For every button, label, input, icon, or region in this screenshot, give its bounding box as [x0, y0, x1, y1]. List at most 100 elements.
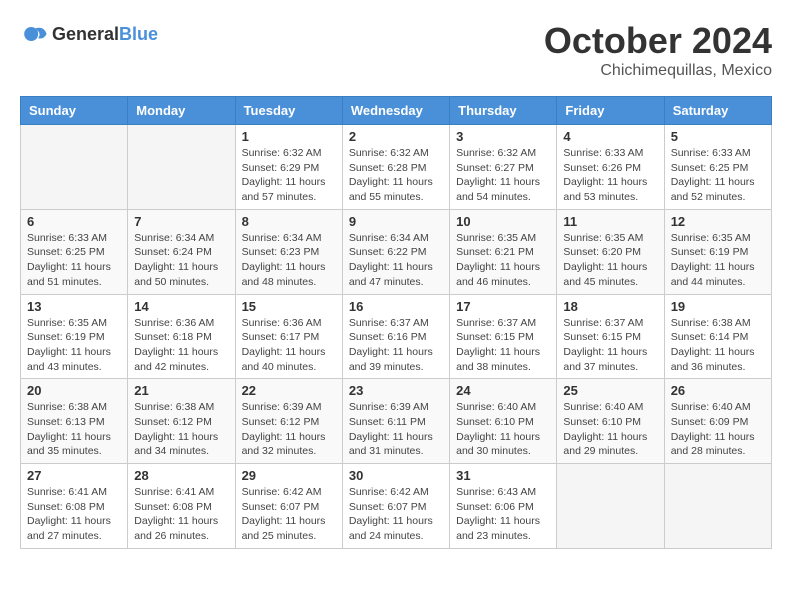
day-number: 8 — [242, 214, 336, 229]
day-info: Sunrise: 6:41 AMSunset: 6:08 PMDaylight:… — [134, 485, 228, 544]
day-info: Sunrise: 6:32 AMSunset: 6:28 PMDaylight:… — [349, 146, 443, 205]
logo-icon — [20, 20, 48, 48]
day-info: Sunrise: 6:33 AMSunset: 6:26 PMDaylight:… — [563, 146, 657, 205]
day-number: 29 — [242, 468, 336, 483]
day-info: Sunrise: 6:33 AMSunset: 6:25 PMDaylight:… — [671, 146, 765, 205]
calendar-cell: 22 Sunrise: 6:39 AMSunset: 6:12 PMDayligh… — [235, 379, 342, 464]
day-info: Sunrise: 6:34 AMSunset: 6:22 PMDaylight:… — [349, 231, 443, 290]
calendar-cell: 3 Sunrise: 6:32 AMSunset: 6:27 PMDaylight… — [450, 125, 557, 210]
day-info: Sunrise: 6:37 AMSunset: 6:15 PMDaylight:… — [456, 316, 550, 375]
day-number: 23 — [349, 383, 443, 398]
calendar-cell: 4 Sunrise: 6:33 AMSunset: 6:26 PMDaylight… — [557, 125, 664, 210]
day-info: Sunrise: 6:40 AMSunset: 6:09 PMDaylight:… — [671, 400, 765, 459]
day-info: Sunrise: 6:35 AMSunset: 6:19 PMDaylight:… — [27, 316, 121, 375]
day-info: Sunrise: 6:32 AMSunset: 6:29 PMDaylight:… — [242, 146, 336, 205]
weekday-header-friday: Friday — [557, 97, 664, 125]
day-info: Sunrise: 6:43 AMSunset: 6:06 PMDaylight:… — [456, 485, 550, 544]
calendar-cell: 23 Sunrise: 6:39 AMSunset: 6:11 PMDayligh… — [342, 379, 449, 464]
day-info: Sunrise: 6:41 AMSunset: 6:08 PMDaylight:… — [27, 485, 121, 544]
day-info: Sunrise: 6:35 AMSunset: 6:19 PMDaylight:… — [671, 231, 765, 290]
day-number: 25 — [563, 383, 657, 398]
calendar-cell: 16Sunrise: 6:37 AMSunset: 6:16 PMDayligh… — [342, 294, 449, 379]
day-info: Sunrise: 6:40 AMSunset: 6:10 PMDaylight:… — [456, 400, 550, 459]
calendar-body: 1 Sunrise: 6:32 AMSunset: 6:29 PMDaylight… — [21, 125, 772, 549]
day-number: 5 — [671, 129, 765, 144]
calendar-cell: 18 Sunrise: 6:37 AMSunset: 6:15 PMDayligh… — [557, 294, 664, 379]
calendar-header: SundayMondayTuesdayWednesdayThursdayFrid… — [21, 97, 772, 125]
day-info: Sunrise: 6:40 AMSunset: 6:10 PMDaylight:… — [563, 400, 657, 459]
day-number: 10 — [456, 214, 550, 229]
logo-general: General — [52, 24, 119, 45]
calendar-cell: 27 Sunrise: 6:41 AMSunset: 6:08 PMDayligh… — [21, 464, 128, 549]
calendar-cell: 24 Sunrise: 6:40 AMSunset: 6:10 PMDayligh… — [450, 379, 557, 464]
day-number: 21 — [134, 383, 228, 398]
day-info: Sunrise: 6:35 AMSunset: 6:21 PMDaylight:… — [456, 231, 550, 290]
calendar-cell — [664, 464, 771, 549]
day-info: Sunrise: 6:33 AMSunset: 6:25 PMDaylight:… — [27, 231, 121, 290]
page-header: General Blue October 2024 Chichimequilla… — [20, 20, 772, 80]
weekday-header-row: SundayMondayTuesdayWednesdayThursdayFrid… — [21, 97, 772, 125]
day-number: 14 — [134, 299, 228, 314]
day-info: Sunrise: 6:39 AMSunset: 6:12 PMDaylight:… — [242, 400, 336, 459]
day-info: Sunrise: 6:38 AMSunset: 6:13 PMDaylight:… — [27, 400, 121, 459]
logo: General Blue — [20, 20, 158, 48]
week-row-1: 1 Sunrise: 6:32 AMSunset: 6:29 PMDaylight… — [21, 125, 772, 210]
day-info: Sunrise: 6:32 AMSunset: 6:27 PMDaylight:… — [456, 146, 550, 205]
calendar-cell: 28Sunrise: 6:41 AMSunset: 6:08 PMDayligh… — [128, 464, 235, 549]
calendar-cell: 8 Sunrise: 6:34 AMSunset: 6:23 PMDaylight… — [235, 209, 342, 294]
calendar-cell: 20 Sunrise: 6:38 AMSunset: 6:13 PMDayligh… — [21, 379, 128, 464]
calendar-cell: 29 Sunrise: 6:42 AMSunset: 6:07 PMDayligh… — [235, 464, 342, 549]
day-number: 2 — [349, 129, 443, 144]
calendar-cell: 17 Sunrise: 6:37 AMSunset: 6:15 PMDayligh… — [450, 294, 557, 379]
day-number: 1 — [242, 129, 336, 144]
calendar-cell: 30 Sunrise: 6:42 AMSunset: 6:07 PMDayligh… — [342, 464, 449, 549]
day-number: 3 — [456, 129, 550, 144]
day-number: 18 — [563, 299, 657, 314]
calendar-cell: 26Sunrise: 6:40 AMSunset: 6:09 PMDayligh… — [664, 379, 771, 464]
day-info: Sunrise: 6:37 AMSunset: 6:16 PMDaylight:… — [349, 316, 443, 375]
calendar-cell: 31 Sunrise: 6:43 AMSunset: 6:06 PMDayligh… — [450, 464, 557, 549]
day-number: 20 — [27, 383, 121, 398]
day-number: 31 — [456, 468, 550, 483]
day-number: 22 — [242, 383, 336, 398]
weekday-header-monday: Monday — [128, 97, 235, 125]
calendar-cell: 21Sunrise: 6:38 AMSunset: 6:12 PMDayligh… — [128, 379, 235, 464]
weekday-header-sunday: Sunday — [21, 97, 128, 125]
day-info: Sunrise: 6:36 AMSunset: 6:18 PMDaylight:… — [134, 316, 228, 375]
day-info: Sunrise: 6:35 AMSunset: 6:20 PMDaylight:… — [563, 231, 657, 290]
day-number: 24 — [456, 383, 550, 398]
calendar-cell — [21, 125, 128, 210]
day-number: 7 — [134, 214, 228, 229]
day-number: 6 — [27, 214, 121, 229]
calendar-cell: 19 Sunrise: 6:38 AMSunset: 6:14 PMDayligh… — [664, 294, 771, 379]
title-block: October 2024 Chichimequillas, Mexico — [544, 20, 772, 80]
calendar-cell — [557, 464, 664, 549]
calendar-cell: 9Sunrise: 6:34 AMSunset: 6:22 PMDaylight… — [342, 209, 449, 294]
day-info: Sunrise: 6:42 AMSunset: 6:07 PMDaylight:… — [242, 485, 336, 544]
day-number: 19 — [671, 299, 765, 314]
calendar-cell: 25 Sunrise: 6:40 AMSunset: 6:10 PMDayligh… — [557, 379, 664, 464]
calendar-cell: 12Sunrise: 6:35 AMSunset: 6:19 PMDayligh… — [664, 209, 771, 294]
calendar-cell: 14 Sunrise: 6:36 AMSunset: 6:18 PMDayligh… — [128, 294, 235, 379]
day-info: Sunrise: 6:37 AMSunset: 6:15 PMDaylight:… — [563, 316, 657, 375]
day-info: Sunrise: 6:34 AMSunset: 6:24 PMDaylight:… — [134, 231, 228, 290]
calendar-cell: 5 Sunrise: 6:33 AMSunset: 6:25 PMDaylight… — [664, 125, 771, 210]
calendar-title: October 2024 — [544, 20, 772, 62]
day-info: Sunrise: 6:38 AMSunset: 6:14 PMDaylight:… — [671, 316, 765, 375]
day-number: 11 — [563, 214, 657, 229]
calendar-cell: 1 Sunrise: 6:32 AMSunset: 6:29 PMDaylight… — [235, 125, 342, 210]
day-number: 27 — [27, 468, 121, 483]
day-number: 30 — [349, 468, 443, 483]
day-info: Sunrise: 6:39 AMSunset: 6:11 PMDaylight:… — [349, 400, 443, 459]
weekday-header-saturday: Saturday — [664, 97, 771, 125]
calendar-cell: 7 Sunrise: 6:34 AMSunset: 6:24 PMDaylight… — [128, 209, 235, 294]
calendar-table: SundayMondayTuesdayWednesdayThursdayFrid… — [20, 96, 772, 549]
calendar-cell: 15Sunrise: 6:36 AMSunset: 6:17 PMDayligh… — [235, 294, 342, 379]
day-number: 4 — [563, 129, 657, 144]
week-row-3: 13Sunrise: 6:35 AMSunset: 6:19 PMDayligh… — [21, 294, 772, 379]
calendar-cell — [128, 125, 235, 210]
week-row-5: 27 Sunrise: 6:41 AMSunset: 6:08 PMDayligh… — [21, 464, 772, 549]
day-info: Sunrise: 6:34 AMSunset: 6:23 PMDaylight:… — [242, 231, 336, 290]
day-info: Sunrise: 6:42 AMSunset: 6:07 PMDaylight:… — [349, 485, 443, 544]
day-number: 17 — [456, 299, 550, 314]
